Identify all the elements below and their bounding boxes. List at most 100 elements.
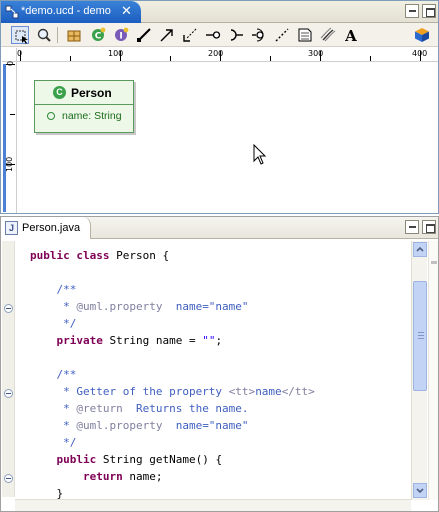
java-editor-pane: J Person.java public class Person { /** … [0, 216, 439, 512]
maximize-button[interactable] [422, 220, 436, 234]
ruler-selection-indicator [3, 64, 6, 212]
mouse-cursor-icon [253, 144, 267, 165]
fold-collapse-icon[interactable] [4, 304, 13, 313]
property-icon [47, 112, 55, 120]
code-token: Person { [116, 249, 170, 262]
code-token: */ [30, 436, 77, 449]
code-area[interactable]: public class Person { /** * @uml.propert… [30, 247, 315, 502]
code-token: String getName() { [102, 453, 223, 466]
zoom-icon[interactable] [35, 26, 53, 44]
code-token: * Getter of the property [30, 385, 229, 398]
diagram-canvas[interactable]: C Person name: String [17, 62, 438, 213]
palette-cube-icon[interactable] [413, 26, 431, 44]
code-token: @return [76, 402, 123, 415]
editor-gutter [2, 241, 15, 497]
code-token: public class [30, 249, 117, 262]
required-interface-icon[interactable] [227, 26, 245, 44]
code-token: <tt> [228, 385, 256, 398]
code-line: public String getName() { [30, 451, 315, 468]
code-token: name="name" [162, 300, 249, 313]
code-line: return name; [30, 468, 315, 485]
scroll-thumb[interactable] [413, 281, 427, 391]
code-token: Returns the name. [122, 402, 249, 415]
code-token: * [30, 402, 77, 415]
code-token: ; [215, 334, 223, 347]
code-token: /** [30, 368, 77, 381]
code-line: * @uml.property name="name" [30, 298, 315, 315]
ruler-label: 0 [17, 49, 23, 58]
marquee-select-icon[interactable] [11, 26, 29, 44]
code-token: * [30, 419, 77, 432]
code-token: </tt> [281, 385, 315, 398]
package-icon[interactable] [65, 26, 83, 44]
svg-text:I: I [119, 32, 122, 42]
code-token: name [255, 385, 282, 398]
scroll-up-button[interactable] [413, 242, 427, 257]
code-token: String name = [109, 334, 203, 347]
vertical-scrollbar[interactable] [411, 241, 427, 500]
close-icon[interactable]: ✕ [121, 3, 132, 19]
class-name: Person [71, 86, 112, 100]
ruler-label: 300 [308, 49, 324, 58]
uml-class-person[interactable]: C Person name: String [34, 80, 134, 133]
class-header: C Person [35, 81, 133, 105]
code-line: /** [30, 281, 315, 298]
provided-interface-icon[interactable] [250, 26, 268, 44]
code-token: name="name" [162, 419, 249, 432]
tab-title: Person.java [22, 222, 81, 234]
ruler-corner [2, 48, 17, 62]
text-icon[interactable]: A [342, 26, 360, 44]
code-line: */ [30, 434, 315, 451]
minimize-button[interactable] [405, 4, 419, 18]
tab-demo-ucd[interactable]: *demo.ucd - demo ✕ [1, 1, 141, 23]
ruler-label: 200 [208, 49, 224, 58]
class-attribute-row[interactable]: name: String [35, 105, 133, 129]
code-line: */ [30, 315, 315, 332]
overview-ruler[interactable] [428, 241, 438, 500]
ruler-label: 100 [5, 156, 14, 172]
dependency-icon[interactable] [158, 26, 176, 44]
realization-icon[interactable] [204, 26, 222, 44]
code-line: /** [30, 366, 315, 383]
maximize-button[interactable] [422, 4, 436, 18]
interface-icon[interactable]: I [112, 26, 130, 44]
code-line: public class Person { [30, 247, 315, 264]
note-link-icon[interactable] [319, 26, 337, 44]
uml-diagram-icon [5, 5, 19, 19]
diagram-palette-toolbar: C I A [1, 23, 438, 47]
svg-text:A: A [344, 27, 357, 43]
ruler-label: 400 [412, 49, 428, 58]
tab-person-java[interactable]: J Person.java [1, 217, 91, 239]
code-token: private [30, 334, 110, 347]
minimize-button[interactable] [405, 220, 419, 234]
java-editor-tabbar: J Person.java [1, 217, 438, 239]
ruler-label: 100 [108, 49, 124, 58]
horizontal-scrollbar[interactable] [15, 499, 411, 511]
overview-marker [431, 261, 437, 264]
code-line: private String name = ""; [30, 332, 315, 349]
attribute-text: name: String [62, 110, 122, 122]
code-token: name; [129, 470, 163, 483]
ruler-label: 0 [6, 60, 15, 66]
code-token: return [30, 470, 130, 483]
diagram-editor-pane: *demo.ucd - demo ✕ C I A 0 100 200 300 4… [0, 0, 439, 214]
class-icon[interactable]: C [89, 26, 107, 44]
code-line: * @uml.property name="name" [30, 417, 315, 434]
note-icon[interactable] [296, 26, 314, 44]
code-line: * @return Returns the name. [30, 400, 315, 417]
horizontal-ruler: 0 100 200 300 400 [17, 48, 438, 62]
fold-collapse-icon[interactable] [4, 474, 13, 483]
java-file-icon: J [5, 221, 18, 235]
association-icon[interactable] [135, 26, 153, 44]
tab-title: *demo.ucd - demo [21, 5, 111, 17]
code-token: public [30, 453, 103, 466]
class-icon: C [53, 86, 66, 99]
scroll-down-button[interactable] [413, 483, 427, 498]
generalization-icon[interactable] [181, 26, 199, 44]
code-line: * Getter of the property <tt>name</tt> [30, 383, 315, 400]
diagram-editor-tabbar: *demo.ucd - demo ✕ [1, 1, 438, 23]
code-token: @uml.property [76, 419, 163, 432]
fold-collapse-icon[interactable] [4, 389, 13, 398]
anchor-icon[interactable] [273, 26, 291, 44]
